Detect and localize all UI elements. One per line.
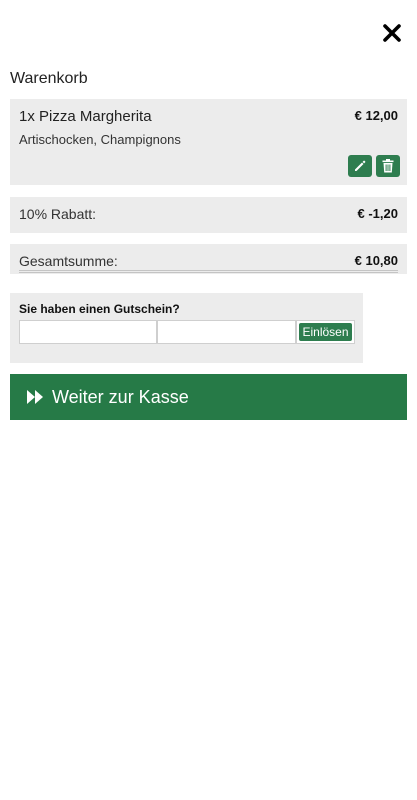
pencil-icon <box>355 160 366 171</box>
discount-value: € -1,20 <box>357 206 398 221</box>
close-icon <box>383 24 401 42</box>
close-button[interactable] <box>383 24 401 42</box>
total-underline <box>19 270 398 273</box>
trash-icon <box>382 159 394 173</box>
discount-row: 10% Rabatt: € -1,20 <box>10 197 407 233</box>
voucher-title: Sie haben einen Gutschein? <box>19 302 180 316</box>
cart-title: Warenkorb <box>10 70 88 87</box>
item-toppings: Artischocken, Champignons <box>19 132 181 147</box>
item-price: € 12,00 <box>354 108 398 123</box>
item-name: 1x Pizza Margherita <box>19 108 152 125</box>
voucher-pin-input[interactable] <box>157 320 296 344</box>
redeem-button[interactable]: Einlösen <box>299 323 352 341</box>
total-row: Gesamtsumme: € 10,80 <box>10 244 407 274</box>
edit-item-button[interactable] <box>348 155 372 177</box>
voucher-code-input[interactable] <box>19 320 157 344</box>
total-label: Gesamtsumme: <box>19 253 118 269</box>
checkout-button[interactable]: Weiter zur Kasse <box>10 374 407 420</box>
total-value: € 10,80 <box>354 253 398 268</box>
voucher-box: Sie haben einen Gutschein? Einlösen <box>10 293 363 363</box>
checkout-label: Weiter zur Kasse <box>52 386 189 407</box>
fast-forward-icon <box>26 389 44 405</box>
delete-item-button[interactable] <box>376 155 400 177</box>
cart-item: 1x Pizza Margherita € 12,00 Artischocken… <box>10 99 407 185</box>
discount-label: 10% Rabatt: <box>19 206 97 222</box>
redeem-button-wrapper: Einlösen <box>296 320 355 344</box>
